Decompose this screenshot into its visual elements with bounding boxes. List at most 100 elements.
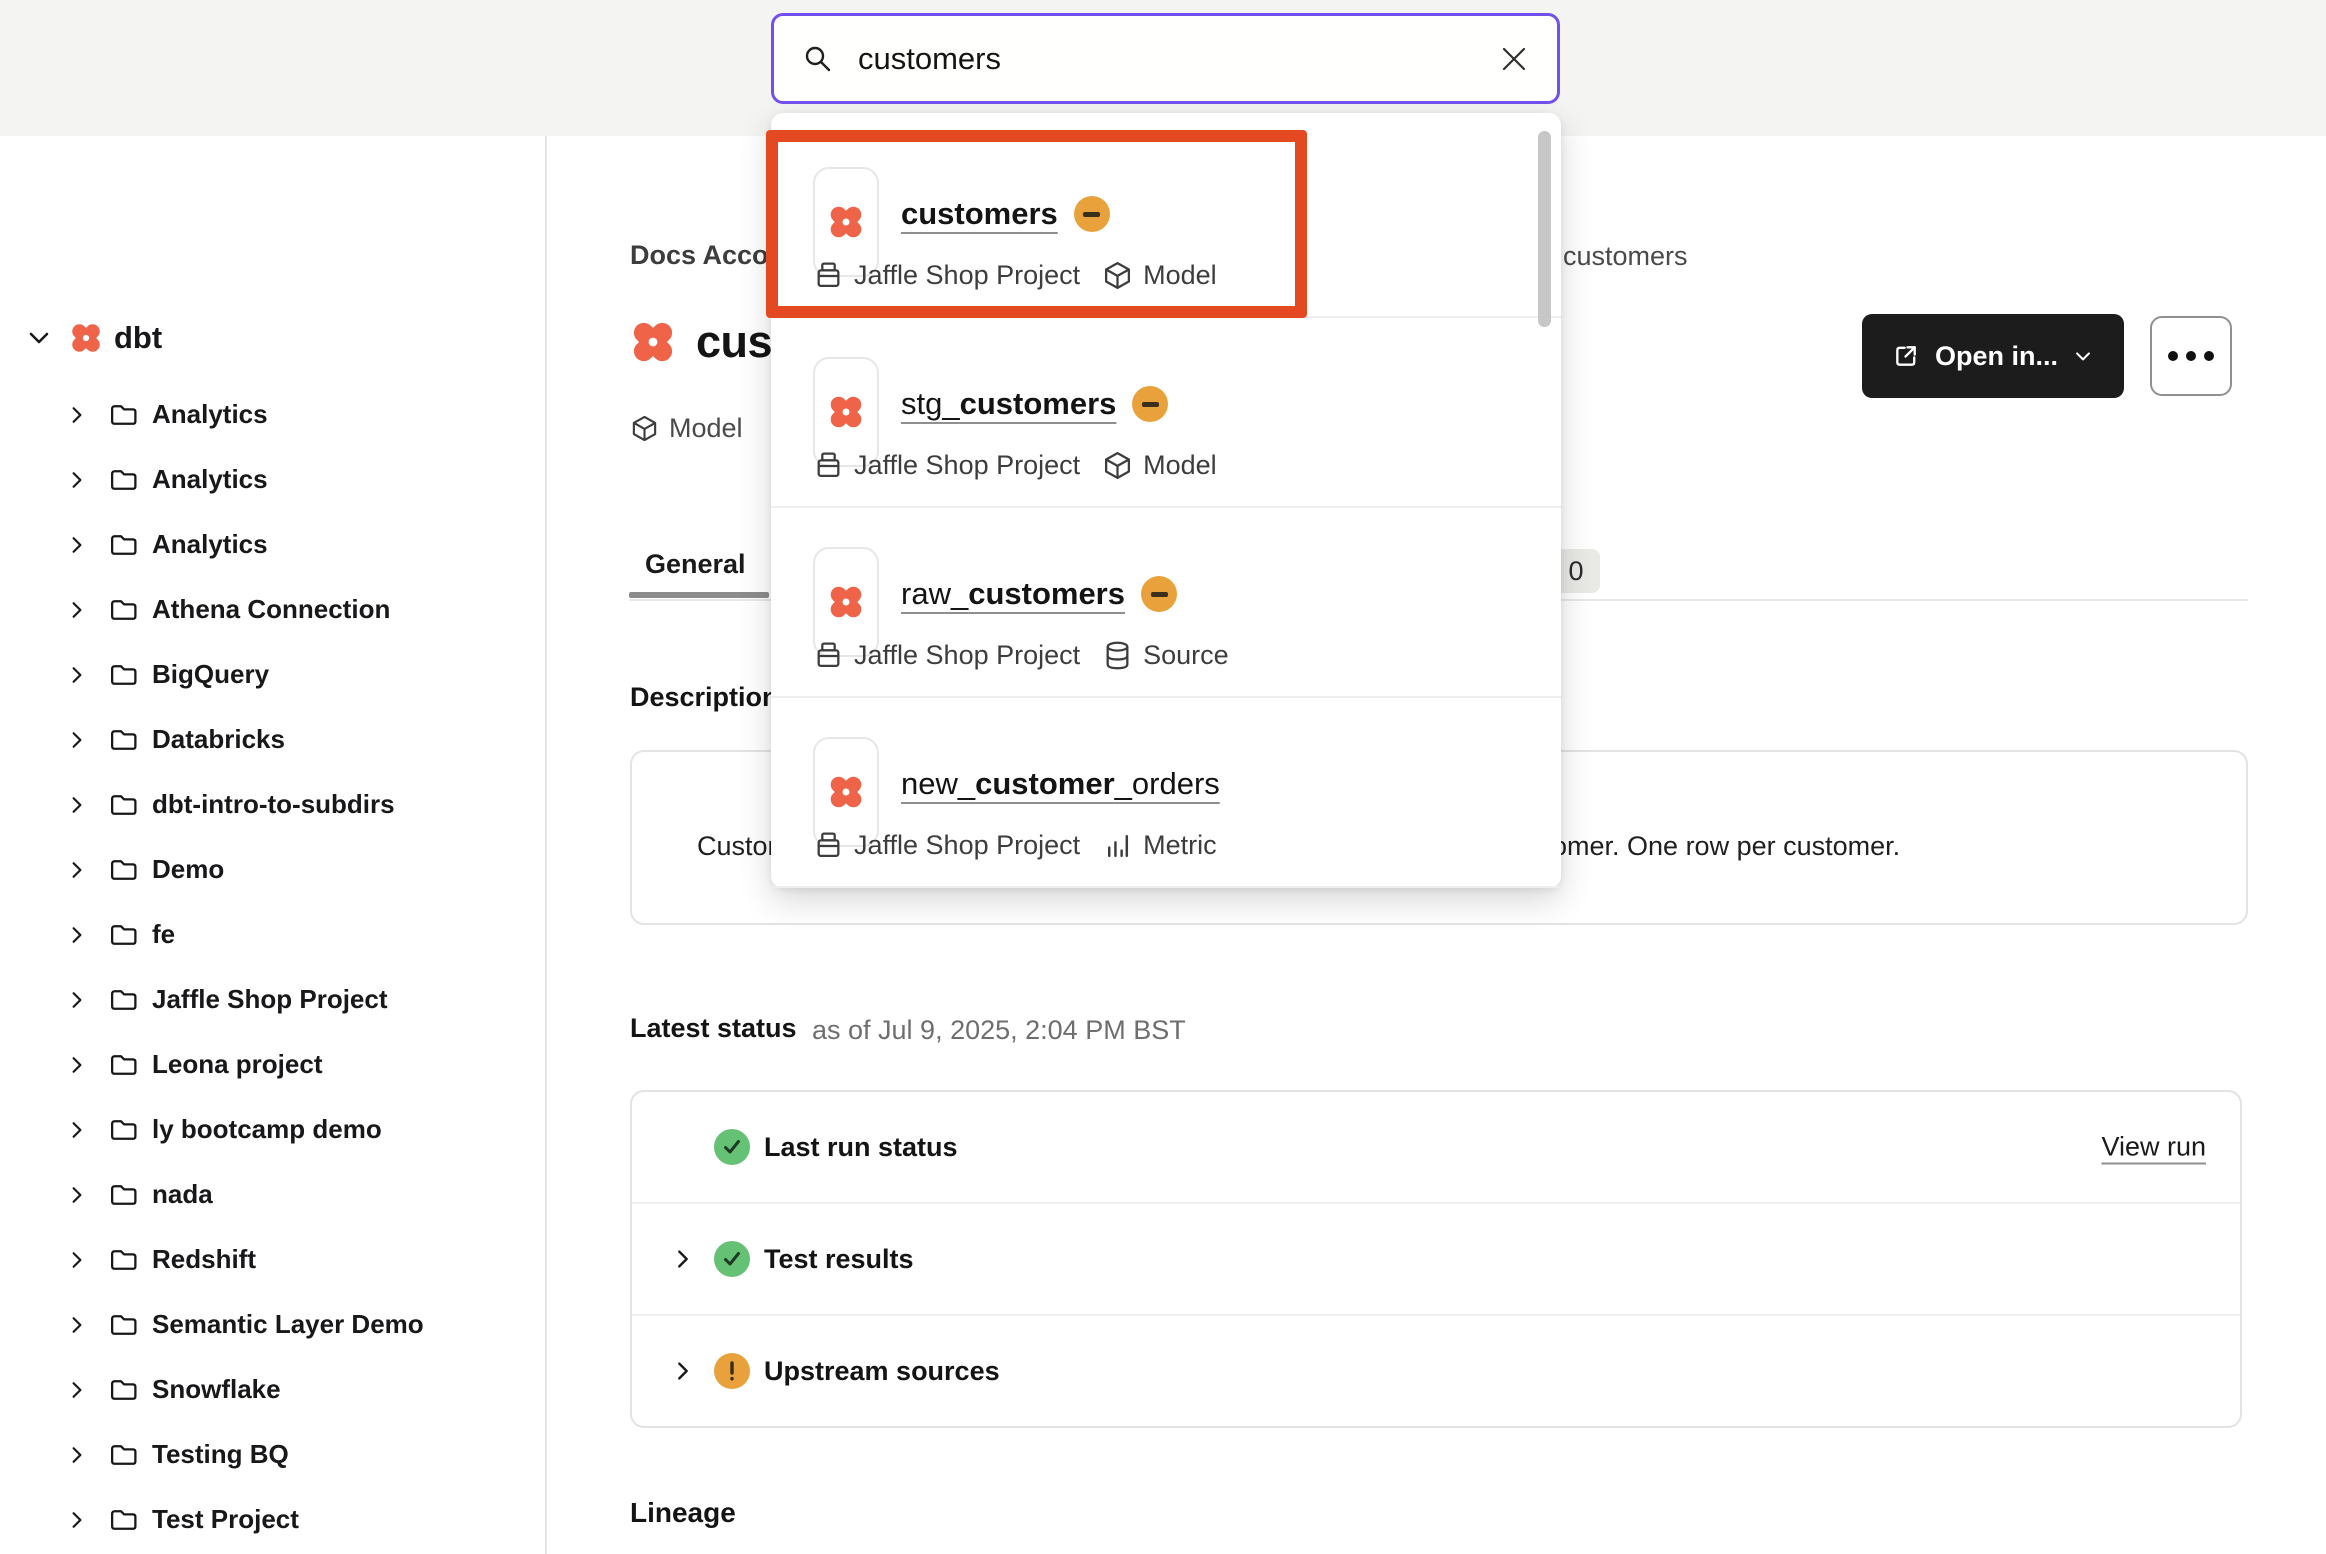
result-name[interactable]: new_customer_orders xyxy=(901,766,1220,802)
folder-icon xyxy=(108,789,139,820)
project-icon xyxy=(813,260,844,291)
search-result-stg-customers[interactable]: stg_customers Jaffle Shop Project Model xyxy=(771,318,1561,508)
source-database-icon xyxy=(1102,640,1133,671)
more-options-button[interactable] xyxy=(2150,316,2232,396)
open-in-label: Open in... xyxy=(1935,341,2058,372)
chevron-right-icon[interactable] xyxy=(66,1054,88,1076)
status-row-upstream-sources[interactable]: Upstream sources xyxy=(632,1316,2240,1426)
search-bar[interactable] xyxy=(771,13,1560,104)
sidebar-item-test-project[interactable]: Test Project xyxy=(0,1487,545,1552)
result-name[interactable]: customers xyxy=(901,196,1110,232)
folder-icon xyxy=(108,464,139,495)
chevron-right-icon[interactable] xyxy=(66,599,88,621)
chevron-right-icon[interactable] xyxy=(671,1359,695,1383)
sidebar-root-label: dbt xyxy=(114,320,162,356)
sidebar-item-analytics-3[interactable]: Analytics xyxy=(0,512,545,577)
chevron-down-icon[interactable] xyxy=(26,325,52,351)
clear-search-icon[interactable] xyxy=(1499,44,1529,74)
project-icon xyxy=(813,830,844,861)
sidebar-item-bigquery[interactable]: BigQuery xyxy=(0,642,545,707)
view-run-link[interactable]: View run xyxy=(2101,1132,2206,1163)
sidebar-item-athena-connection[interactable]: Athena Connection xyxy=(0,577,545,642)
chevron-right-icon[interactable] xyxy=(66,404,88,426)
chevron-right-icon[interactable] xyxy=(66,1249,88,1271)
chevron-right-icon[interactable] xyxy=(66,1444,88,1466)
sidebar-item-label: Analytics xyxy=(152,529,268,560)
sidebar-item-dbt-intro-to-subdirs[interactable]: dbt-intro-to-subdirs xyxy=(0,772,545,837)
sidebar-item-semantic-layer-demo[interactable]: Semantic Layer Demo xyxy=(0,1292,545,1357)
sidebar-item-databricks[interactable]: Databricks xyxy=(0,707,545,772)
latest-status-heading: Latest status xyxy=(630,1013,797,1044)
folder-icon xyxy=(108,724,139,755)
sidebar-item-demo[interactable]: Demo xyxy=(0,837,545,902)
model-title-row: cus xyxy=(628,316,772,368)
chevron-right-icon[interactable] xyxy=(66,534,88,556)
sidebar-item-nada[interactable]: nada xyxy=(0,1162,545,1227)
chevron-right-icon[interactable] xyxy=(66,924,88,946)
folder-icon xyxy=(108,1244,139,1275)
chevron-right-icon[interactable] xyxy=(671,1247,695,1271)
metric-chart-icon xyxy=(1102,830,1133,861)
badge-seal-icon xyxy=(1074,196,1110,232)
sidebar-item-label: Jaffle Shop Project xyxy=(152,984,388,1015)
sidebar-item-testing-bq[interactable]: Testing BQ xyxy=(0,1422,545,1487)
sidebar-item-label: Athena Connection xyxy=(152,594,390,625)
sidebar-item-jaffle-shop-project[interactable]: Jaffle Shop Project xyxy=(0,967,545,1032)
chevron-right-icon[interactable] xyxy=(66,1314,88,1336)
sidebar-item-ly-bootcamp-demo[interactable]: ly bootcamp demo xyxy=(0,1097,545,1162)
result-type: Model xyxy=(1143,260,1217,291)
folder-icon xyxy=(108,1179,139,1210)
sidebar-item-label: Leona project xyxy=(152,1049,322,1080)
sidebar-item-analytics-2[interactable]: Analytics xyxy=(0,447,545,512)
sidebar-item-analytics-1[interactable]: Analytics xyxy=(0,382,545,447)
status-row-label: Upstream sources xyxy=(764,1356,1000,1387)
chevron-right-icon[interactable] xyxy=(66,664,88,686)
dbt-logo-icon xyxy=(628,317,678,367)
status-row-test-results[interactable]: Test results xyxy=(632,1204,2240,1316)
result-name[interactable]: stg_customers xyxy=(901,386,1168,422)
result-project: Jaffle Shop Project xyxy=(854,830,1080,861)
chevron-right-icon[interactable] xyxy=(66,859,88,881)
sidebar-item-fe[interactable]: fe xyxy=(0,902,545,967)
sidebar-item-label: Test Project xyxy=(152,1504,299,1535)
sidebar-root-dbt[interactable]: dbt xyxy=(26,314,162,362)
result-name[interactable]: raw_customers xyxy=(901,576,1177,612)
chevron-right-icon[interactable] xyxy=(66,1509,88,1531)
open-in-button[interactable]: Open in... xyxy=(1862,314,2124,398)
search-result-raw-customers[interactable]: raw_customers Jaffle Shop Project Source xyxy=(771,508,1561,698)
sidebar-divider xyxy=(545,136,547,1554)
chevron-right-icon[interactable] xyxy=(66,794,88,816)
dots-icon xyxy=(2168,351,2178,361)
chevron-right-icon[interactable] xyxy=(66,469,88,491)
model-cube-icon xyxy=(630,414,659,443)
sidebar: dbt Analytics Analytics Analytics Athena… xyxy=(0,136,545,1554)
result-project: Jaffle Shop Project xyxy=(854,450,1080,481)
folder-icon xyxy=(108,1374,139,1405)
chevron-down-icon xyxy=(2072,345,2094,367)
chevron-right-icon[interactable] xyxy=(66,729,88,751)
sidebar-item-leona-project[interactable]: Leona project xyxy=(0,1032,545,1097)
breadcrumb[interactable]: Docs Acco xyxy=(630,240,769,271)
dropdown-scrollbar-thumb[interactable] xyxy=(1538,131,1551,327)
sidebar-item-label: Snowflake xyxy=(152,1374,281,1405)
result-meta: Jaffle Shop Project Metric xyxy=(813,830,1217,861)
chevron-right-icon[interactable] xyxy=(66,989,88,1011)
tab-general[interactable]: General xyxy=(645,549,746,580)
dots-icon xyxy=(2186,351,2196,361)
latest-status-timestamp: as of Jul 9, 2025, 2:04 PM BST xyxy=(812,1015,1186,1046)
sidebar-item-redshift[interactable]: Redshift xyxy=(0,1227,545,1292)
search-result-new-customer-orders[interactable]: new_customer_orders Jaffle Shop Project … xyxy=(771,698,1561,888)
dbt-logo-icon xyxy=(826,392,866,432)
dbt-logo-icon xyxy=(826,582,866,622)
folder-icon xyxy=(108,399,139,430)
sidebar-item-snowflake[interactable]: Snowflake xyxy=(0,1357,545,1422)
sidebar-item-label: ly bootcamp demo xyxy=(152,1114,382,1145)
search-input[interactable] xyxy=(858,41,1499,77)
search-result-customers[interactable]: customers Jaffle Shop Project Model xyxy=(771,128,1561,318)
success-check-icon xyxy=(714,1241,750,1277)
chevron-right-icon[interactable] xyxy=(66,1119,88,1141)
status-row-last-run: Last run status View run xyxy=(632,1092,2240,1204)
chevron-right-icon[interactable] xyxy=(66,1184,88,1206)
chevron-right-icon[interactable] xyxy=(66,1379,88,1401)
result-type: Model xyxy=(1143,450,1217,481)
